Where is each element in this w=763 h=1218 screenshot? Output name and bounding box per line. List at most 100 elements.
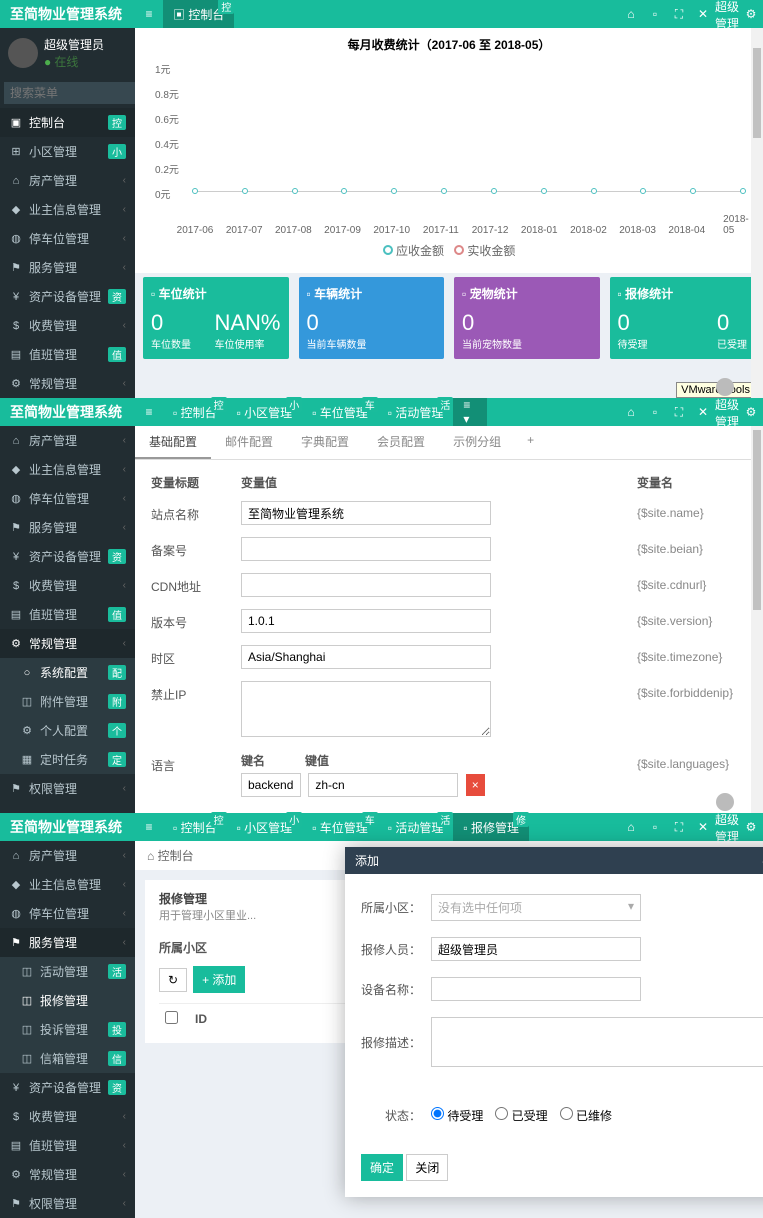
delete-button[interactable]: × bbox=[466, 774, 485, 796]
tab[interactable]: ▫ 活动管理活 bbox=[378, 813, 454, 841]
tab[interactable]: ▫ 控制台控 bbox=[163, 813, 227, 841]
stat-card: ▫ 车辆统计0当前车辆数量 bbox=[299, 277, 445, 359]
box-icon[interactable]: ▫ bbox=[643, 820, 667, 834]
community-select[interactable]: 没有选中任何项▾ bbox=[431, 894, 641, 921]
select-all[interactable] bbox=[165, 1011, 178, 1024]
sidebar-toggle[interactable]: ≡ bbox=[135, 405, 163, 419]
sidebar-item[interactable]: ⚑权限管理‹ bbox=[0, 774, 135, 803]
modal-header[interactable]: 添加 — □ × bbox=[345, 847, 763, 874]
scrollbar[interactable] bbox=[751, 28, 763, 398]
sidebar-item[interactable]: ◫信箱管理信 bbox=[0, 1044, 135, 1073]
tab[interactable]: ▫ 小区管理小 bbox=[227, 813, 303, 841]
box-icon[interactable]: ▫ bbox=[643, 405, 667, 419]
lang-key-input[interactable] bbox=[241, 773, 301, 797]
sidebar-item[interactable]: ○系统配置配 bbox=[0, 658, 135, 687]
expand-icon[interactable]: ⛶ bbox=[667, 820, 691, 835]
sidebar-item[interactable]: ¥资产设备管理资 bbox=[0, 1073, 135, 1102]
sidebar-item[interactable]: ⌂房产管理‹ bbox=[0, 426, 135, 455]
status-option[interactable]: 已受理 bbox=[495, 1109, 547, 1123]
status-option[interactable]: 待受理 bbox=[431, 1109, 483, 1123]
add-button[interactable]: + 添加 bbox=[193, 966, 245, 993]
tab[interactable]: ▫ 车位管理车 bbox=[302, 398, 378, 426]
tab[interactable]: ▫ 报修管理修 bbox=[453, 813, 529, 841]
tab-syscfg[interactable]: ≡ ▾ bbox=[453, 398, 487, 426]
sidebar-item[interactable]: ▦定时任务定 bbox=[0, 745, 135, 774]
sidebar-item[interactable]: ⚙个人配置个 bbox=[0, 716, 135, 745]
sidebar-item[interactable]: ⚑服务管理‹ bbox=[0, 253, 135, 282]
gear-icon[interactable]: ⚙ bbox=[739, 820, 763, 834]
config-input[interactable] bbox=[241, 645, 491, 669]
box-icon[interactable]: ▫ bbox=[643, 7, 667, 21]
sidebar-toggle[interactable]: ≡ bbox=[135, 7, 163, 21]
tab-控制台[interactable]: ▣ 控制台控 bbox=[163, 0, 234, 28]
sidebar-item[interactable]: ◫附件管理附 bbox=[0, 687, 135, 716]
bc-home[interactable]: ⌂ 控制台 bbox=[147, 847, 194, 864]
config-tab[interactable]: 示例分组 bbox=[439, 426, 515, 459]
menu-icon: ▦ bbox=[20, 753, 34, 766]
sidebar-item[interactable]: ▤值班管理值 bbox=[0, 600, 135, 629]
expand-icon[interactable]: ⛶ bbox=[667, 405, 691, 420]
tools-icon[interactable]: ✕ bbox=[691, 7, 715, 21]
sidebar-item[interactable]: $收费管理‹ bbox=[0, 571, 135, 600]
tab[interactable]: ▫ 控制台控 bbox=[163, 398, 227, 426]
lang-val-input[interactable] bbox=[308, 773, 458, 797]
sidebar-item[interactable]: ⚙常规管理‹ bbox=[0, 629, 135, 658]
tab[interactable]: ▫ 小区管理小 bbox=[227, 398, 303, 426]
sidebar-item[interactable]: ⚙常规管理‹ bbox=[0, 369, 135, 398]
sidebar-item[interactable]: $收费管理‹ bbox=[0, 1102, 135, 1131]
config-tab[interactable]: 字典配置 bbox=[287, 426, 363, 459]
sidebar-item[interactable]: ◫投诉管理投 bbox=[0, 1015, 135, 1044]
tools-icon[interactable]: ✕ bbox=[691, 820, 715, 834]
text-input[interactable] bbox=[431, 977, 641, 1001]
sidebar-item[interactable]: ¥资产设备管理资 bbox=[0, 282, 135, 311]
config-tab[interactable]: 邮件配置 bbox=[211, 426, 287, 459]
var-name: {$site.version} bbox=[637, 609, 747, 628]
expand-icon[interactable]: ⛶ bbox=[667, 7, 691, 22]
sidebar-item[interactable]: ⌂房产管理‹ bbox=[0, 841, 135, 870]
config-tab[interactable]: 会员配置 bbox=[363, 426, 439, 459]
refresh-button[interactable]: ↻ bbox=[159, 968, 187, 992]
gear-icon[interactable]: ⚙ bbox=[739, 7, 763, 21]
sidebar-item[interactable]: ⚑服务管理‹ bbox=[0, 928, 135, 957]
home-icon[interactable]: ⌂ bbox=[619, 7, 643, 21]
sidebar-item[interactable]: ◍停车位管理‹ bbox=[0, 899, 135, 928]
scrollbar[interactable] bbox=[751, 426, 763, 813]
sidebar-item[interactable]: ◍停车位管理‹ bbox=[0, 484, 135, 513]
ok-button[interactable]: 确定 bbox=[361, 1154, 403, 1181]
text-input[interactable] bbox=[431, 937, 641, 961]
config-input[interactable] bbox=[241, 537, 491, 561]
sidebar-item[interactable]: ⚑服务管理‹ bbox=[0, 513, 135, 542]
sidebar-item[interactable]: ◍停车位管理‹ bbox=[0, 224, 135, 253]
sidebar-item[interactable]: ◆业主信息管理‹ bbox=[0, 870, 135, 899]
sidebar-item[interactable]: ▤值班管理‹ bbox=[0, 1131, 135, 1160]
sidebar-item[interactable]: ▤值班管理值 bbox=[0, 340, 135, 369]
add-tab-button[interactable]: + bbox=[515, 426, 546, 459]
status-option[interactable]: 已维修 bbox=[560, 1109, 612, 1123]
sidebar-item[interactable]: ⊞小区管理小 bbox=[0, 137, 135, 166]
config-input[interactable] bbox=[241, 501, 491, 525]
sidebar-item[interactable]: ◆业主信息管理‹ bbox=[0, 195, 135, 224]
label: 禁止IP bbox=[151, 681, 241, 703]
config-tab[interactable]: 基础配置 bbox=[135, 426, 211, 459]
sidebar-item[interactable]: ◫活动管理活 bbox=[0, 957, 135, 986]
desc-input[interactable] bbox=[431, 1017, 763, 1067]
sidebar-item[interactable]: ⌂房产管理‹ bbox=[0, 166, 135, 195]
tools-icon[interactable]: ✕ bbox=[691, 405, 715, 419]
home-icon[interactable]: ⌂ bbox=[619, 405, 643, 419]
sidebar-item[interactable]: ▣控制台控 bbox=[0, 108, 135, 137]
cancel-button[interactable]: 关闭 bbox=[406, 1154, 448, 1181]
sidebar-item[interactable]: ◆业主信息管理‹ bbox=[0, 455, 135, 484]
tab[interactable]: ▫ 车位管理车 bbox=[302, 813, 378, 841]
home-icon[interactable]: ⌂ bbox=[619, 820, 643, 834]
sidebar-item[interactable]: ⚙常规管理‹ bbox=[0, 1160, 135, 1189]
tab[interactable]: ▫ 活动管理活 bbox=[378, 398, 454, 426]
sidebar-item[interactable]: ¥资产设备管理资 bbox=[0, 542, 135, 571]
config-input[interactable] bbox=[241, 681, 491, 737]
gear-icon[interactable]: ⚙ bbox=[739, 405, 763, 419]
sidebar-item[interactable]: $收费管理‹ bbox=[0, 311, 135, 340]
sidebar-item[interactable]: ⚑权限管理‹ bbox=[0, 1189, 135, 1218]
sidebar-item[interactable]: ◫报修管理 bbox=[0, 986, 135, 1015]
sidebar-toggle[interactable]: ≡ bbox=[135, 820, 163, 834]
config-input[interactable] bbox=[241, 609, 491, 633]
config-input[interactable] bbox=[241, 573, 491, 597]
